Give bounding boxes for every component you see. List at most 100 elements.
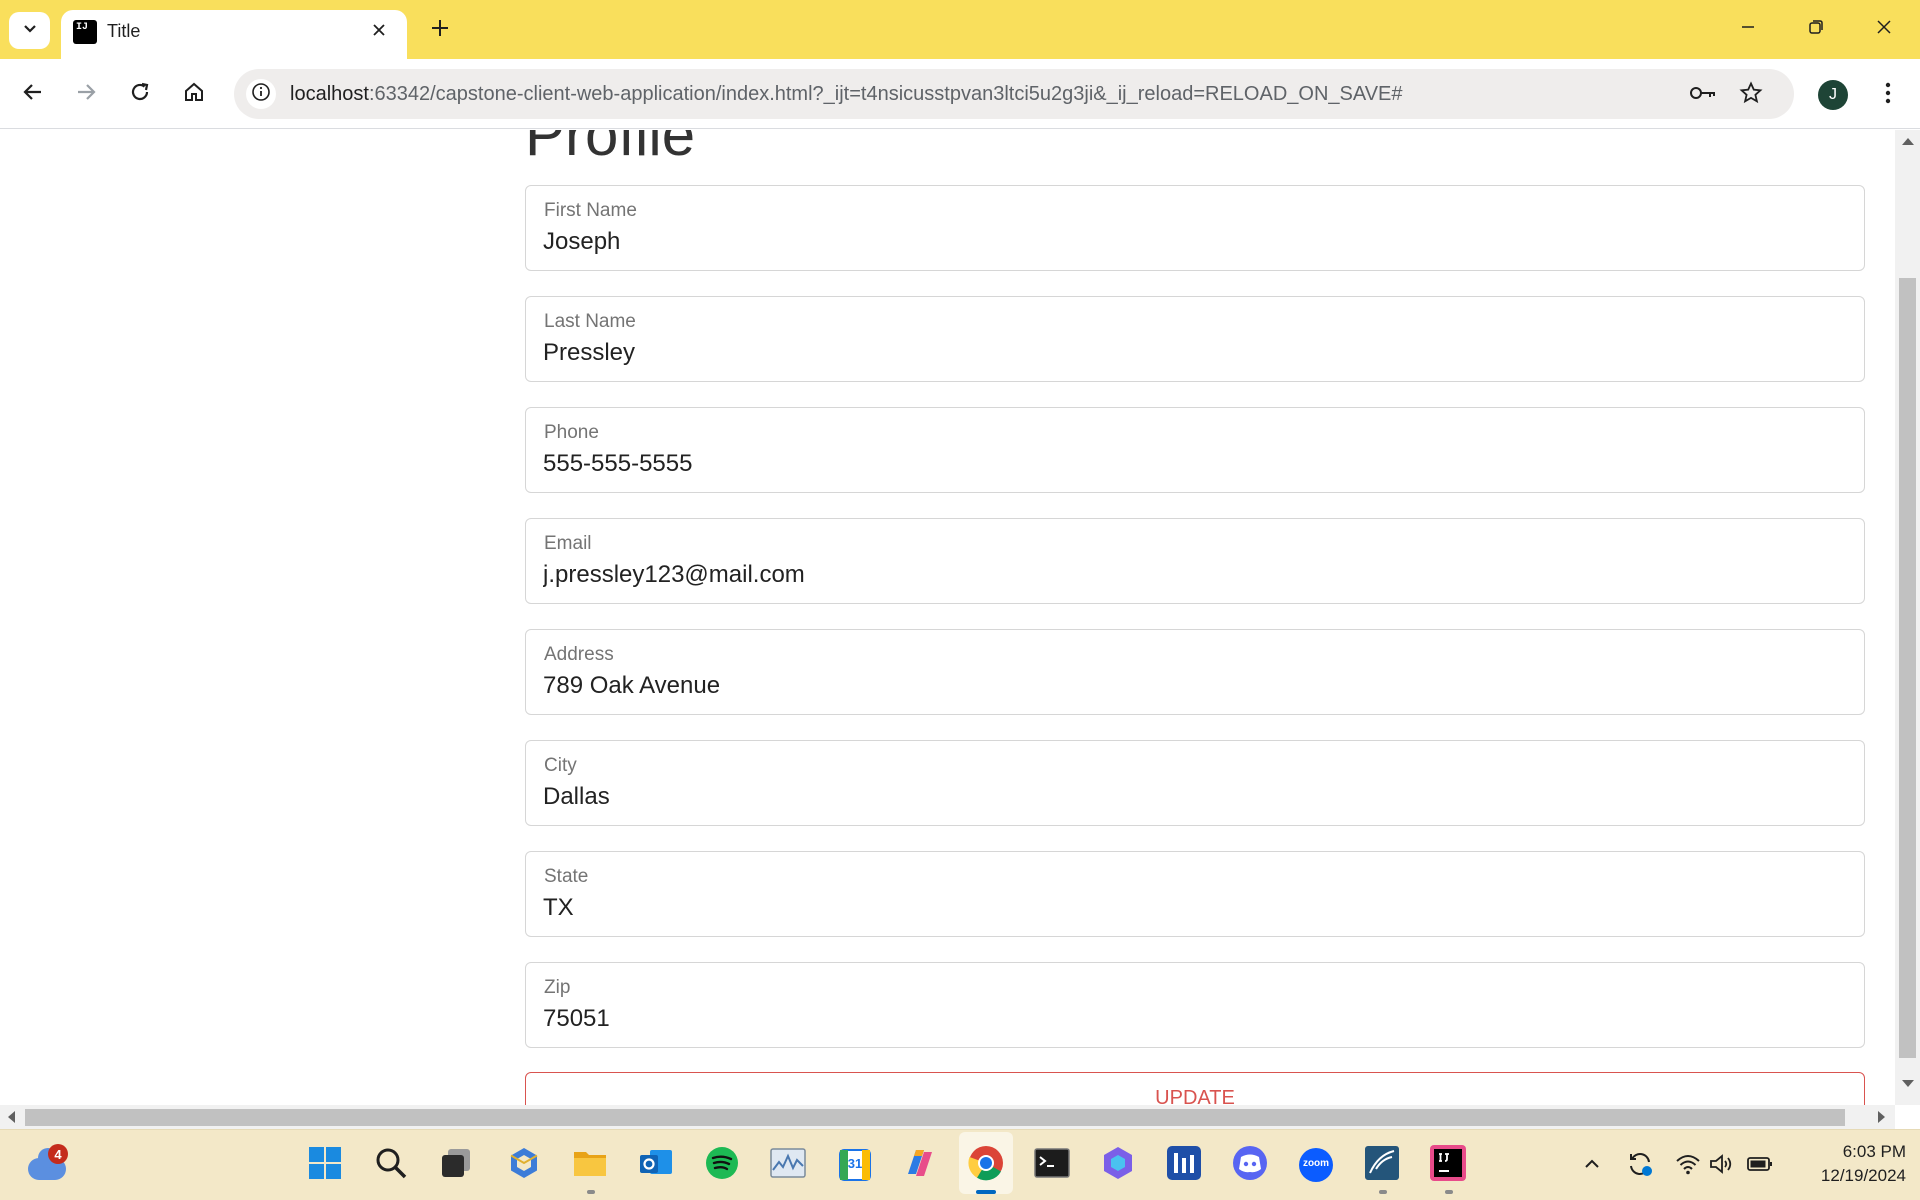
sync-button[interactable]: [1626, 1152, 1654, 1180]
mysql-workbench-button[interactable]: [1363, 1145, 1401, 1186]
zoom-button[interactable]: zoom: [1297, 1146, 1335, 1184]
email-field[interactable]: Email: [525, 518, 1865, 604]
email-input[interactable]: [543, 561, 1843, 589]
zip-field[interactable]: Zip: [525, 962, 1865, 1048]
taskbar: 4 31 zoom 6:03 PM 12/19/2024: [0, 1129, 1920, 1200]
discord-button[interactable]: [1231, 1145, 1269, 1186]
chevron-up-icon: [1583, 1155, 1601, 1178]
app-hex-button[interactable]: [505, 1146, 543, 1184]
intellij-favicon-icon: IJ: [73, 20, 97, 44]
home-icon: [183, 81, 205, 108]
search-button[interactable]: [372, 1146, 410, 1184]
calendar-day-text: 31: [847, 1156, 863, 1171]
discord-icon: [1232, 1145, 1268, 1186]
state-input[interactable]: [543, 894, 1843, 922]
performance-monitor-button[interactable]: [769, 1146, 807, 1184]
copilot-icon: [902, 1146, 938, 1185]
back-button[interactable]: [14, 75, 52, 113]
task-view-icon: [440, 1147, 472, 1184]
scroll-down-icon[interactable]: [1902, 1080, 1914, 1087]
calendar-button[interactable]: 31: [836, 1146, 874, 1184]
update-button[interactable]: UPDATE: [525, 1072, 1865, 1105]
first-name-field[interactable]: First Name: [525, 185, 1865, 271]
state-label: State: [544, 866, 589, 887]
task-view-button[interactable]: [437, 1146, 475, 1184]
vertical-scrollbar[interactable]: [1895, 130, 1920, 1105]
spotify-icon: [705, 1146, 739, 1185]
info-icon: [251, 82, 271, 107]
file-explorer-running-indicator: [587, 1190, 595, 1194]
notification-badge: 4: [48, 1144, 68, 1164]
app-blue-icon: [1100, 1145, 1136, 1186]
url-text[interactable]: localhost:63342/capstone-client-web-appl…: [290, 83, 1403, 106]
close-window-button[interactable]: [1862, 12, 1906, 46]
volume-button[interactable]: [1708, 1152, 1736, 1180]
forward-button[interactable]: [67, 75, 105, 113]
app-bars-button[interactable]: [1165, 1145, 1203, 1184]
minimize-button[interactable]: [1726, 12, 1770, 46]
chrome-button[interactable]: [967, 1145, 1005, 1184]
tab-search-button[interactable]: [9, 12, 50, 49]
url-path: :63342/capstone-client-web-application/i…: [368, 83, 1403, 105]
profile-avatar[interactable]: J: [1818, 80, 1848, 110]
last-name-field[interactable]: Last Name: [525, 296, 1865, 382]
wifi-button[interactable]: [1674, 1152, 1702, 1180]
start-button[interactable]: [306, 1146, 344, 1184]
outlook-button[interactable]: [637, 1146, 675, 1184]
home-button[interactable]: [175, 75, 213, 113]
horizontal-scrollbar[interactable]: [0, 1105, 1895, 1129]
vertical-scroll-thumb[interactable]: [1899, 278, 1916, 1058]
scroll-left-icon[interactable]: [8, 1111, 15, 1123]
tray-overflow-button[interactable]: [1578, 1152, 1606, 1180]
spotify-button[interactable]: [703, 1146, 741, 1184]
file-explorer-button[interactable]: [571, 1146, 609, 1184]
battery-button[interactable]: [1746, 1152, 1774, 1180]
city-field[interactable]: City: [525, 740, 1865, 826]
phone-field[interactable]: Phone: [525, 407, 1865, 493]
reload-icon: [129, 81, 151, 108]
system-clock[interactable]: 6:03 PM 12/19/2024: [1790, 1140, 1906, 1188]
zip-input[interactable]: [543, 1005, 1843, 1033]
copilot-button[interactable]: [901, 1146, 939, 1184]
bookmark-button[interactable]: [1737, 80, 1765, 109]
phone-label: Phone: [544, 422, 599, 443]
tab-close-button[interactable]: [367, 20, 391, 44]
weather-widget[interactable]: 4: [28, 1144, 72, 1184]
restore-button[interactable]: [1794, 12, 1838, 46]
first-name-input[interactable]: [543, 228, 1843, 256]
key-icon: [1689, 83, 1717, 108]
address-bar[interactable]: localhost:63342/capstone-client-web-appl…: [234, 69, 1794, 119]
browser-tab[interactable]: IJ Title: [61, 10, 407, 59]
page-title: Profile: [525, 130, 696, 168]
reload-button[interactable]: [121, 75, 159, 113]
phone-input[interactable]: [543, 450, 1843, 478]
zoom-icon: zoom: [1298, 1147, 1334, 1183]
browser-menu-button[interactable]: [1870, 76, 1906, 114]
last-name-label: Last Name: [544, 311, 636, 332]
zip-label: Zip: [544, 977, 571, 998]
password-manager-button[interactable]: [1689, 81, 1717, 109]
state-field[interactable]: State: [525, 851, 1865, 937]
terminal-button[interactable]: [1033, 1146, 1071, 1184]
scroll-up-icon[interactable]: [1902, 138, 1914, 145]
terminal-icon: [1034, 1147, 1070, 1183]
address-field[interactable]: Address: [525, 629, 1865, 715]
horizontal-scroll-thumb[interactable]: [25, 1109, 1845, 1126]
mysql-workbench-icon: [1364, 1145, 1400, 1186]
address-input[interactable]: [543, 672, 1843, 700]
url-host: localhost: [290, 83, 369, 105]
app-blue-button[interactable]: [1099, 1146, 1137, 1184]
site-info-button[interactable]: [246, 79, 276, 109]
close-icon: [372, 23, 386, 42]
scroll-right-icon[interactable]: [1878, 1111, 1885, 1123]
city-input[interactable]: [543, 783, 1843, 811]
new-tab-button[interactable]: [424, 14, 456, 46]
intellij-button[interactable]: [1429, 1144, 1467, 1184]
start-icon: [308, 1146, 342, 1185]
tab-title: Title: [107, 21, 141, 41]
city-label: City: [544, 755, 577, 776]
last-name-input[interactable]: [543, 339, 1843, 367]
minimize-icon: [1740, 19, 1756, 40]
tab-strip: IJ Title: [0, 0, 1920, 59]
address-label: Address: [544, 644, 614, 665]
